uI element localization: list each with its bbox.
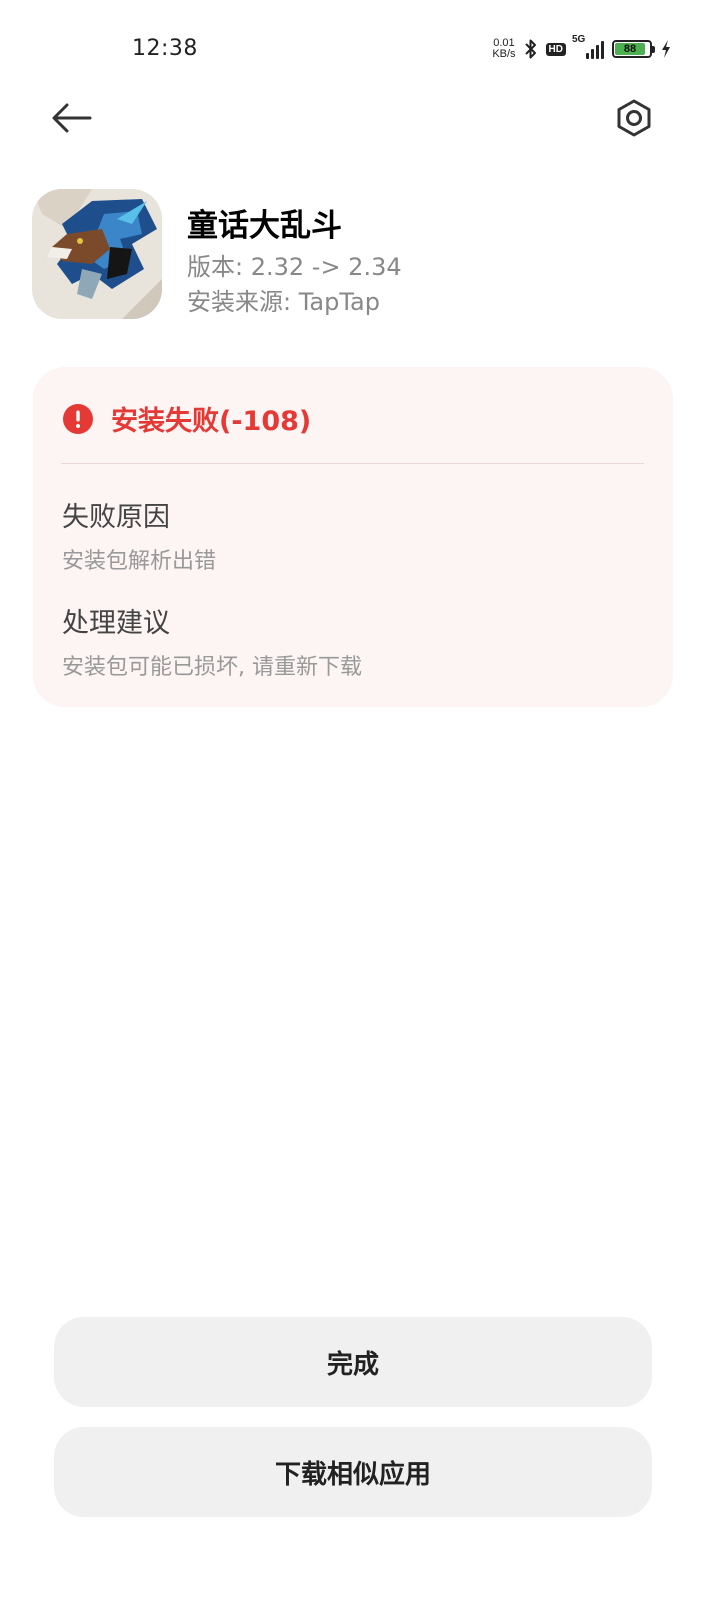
suggestion-label: 处理建议 bbox=[62, 608, 170, 639]
arrow-left-icon bbox=[52, 103, 92, 133]
network-type-label: 5G bbox=[572, 34, 586, 45]
status-time: 12:38 bbox=[132, 36, 198, 61]
error-title: 安装失败(-108) bbox=[111, 406, 312, 437]
back-button[interactable] bbox=[44, 92, 100, 144]
status-bar: 12:38 0.01 KB/s HD 5G 88 bbox=[0, 0, 720, 100]
status-icons: 0.01 KB/s HD 5G 88 bbox=[492, 34, 672, 64]
settings-button[interactable] bbox=[606, 90, 662, 146]
done-button[interactable]: 完成 bbox=[54, 1317, 652, 1407]
network-speed-unit: KB/s bbox=[492, 48, 516, 60]
hd-badge: HD bbox=[545, 42, 566, 56]
app-version: 版本: 2.32 -> 2.34 bbox=[187, 253, 402, 281]
battery-level: 88 bbox=[615, 43, 645, 55]
gear-icon bbox=[617, 99, 651, 137]
alert-circle-icon bbox=[63, 403, 93, 434]
error-card: 安装失败(-108) 失败原因 安装包解析出错 处理建议 安装包可能已损坏, 请… bbox=[33, 367, 673, 707]
divider bbox=[61, 463, 644, 464]
error-header: 安装失败(-108) bbox=[63, 399, 311, 438]
failure-reason-text: 安装包解析出错 bbox=[62, 549, 217, 574]
app-name: 童话大乱斗 bbox=[187, 208, 342, 244]
battery-icon: 88 bbox=[612, 40, 655, 58]
download-similar-apps-button[interactable]: 下载相似应用 bbox=[54, 1427, 652, 1517]
bluetooth-icon bbox=[524, 39, 536, 59]
bolt-icon bbox=[662, 40, 670, 58]
network-speed: 0.01 KB/s bbox=[492, 38, 515, 60]
signal-strength-icon: 5G bbox=[572, 34, 604, 59]
install-result-screen: 12:38 0.01 KB/s HD 5G 88 童话大乱斗 版本: 2.32 … bbox=[0, 0, 720, 1600]
suggestion-text: 安装包可能已损坏, 请重新下载 bbox=[62, 655, 362, 680]
failure-reason-label: 失败原因 bbox=[62, 502, 170, 533]
app-install-source: 安装来源: TapTap bbox=[187, 288, 380, 316]
dragon-app-icon bbox=[32, 189, 162, 319]
app-icon bbox=[32, 189, 162, 319]
